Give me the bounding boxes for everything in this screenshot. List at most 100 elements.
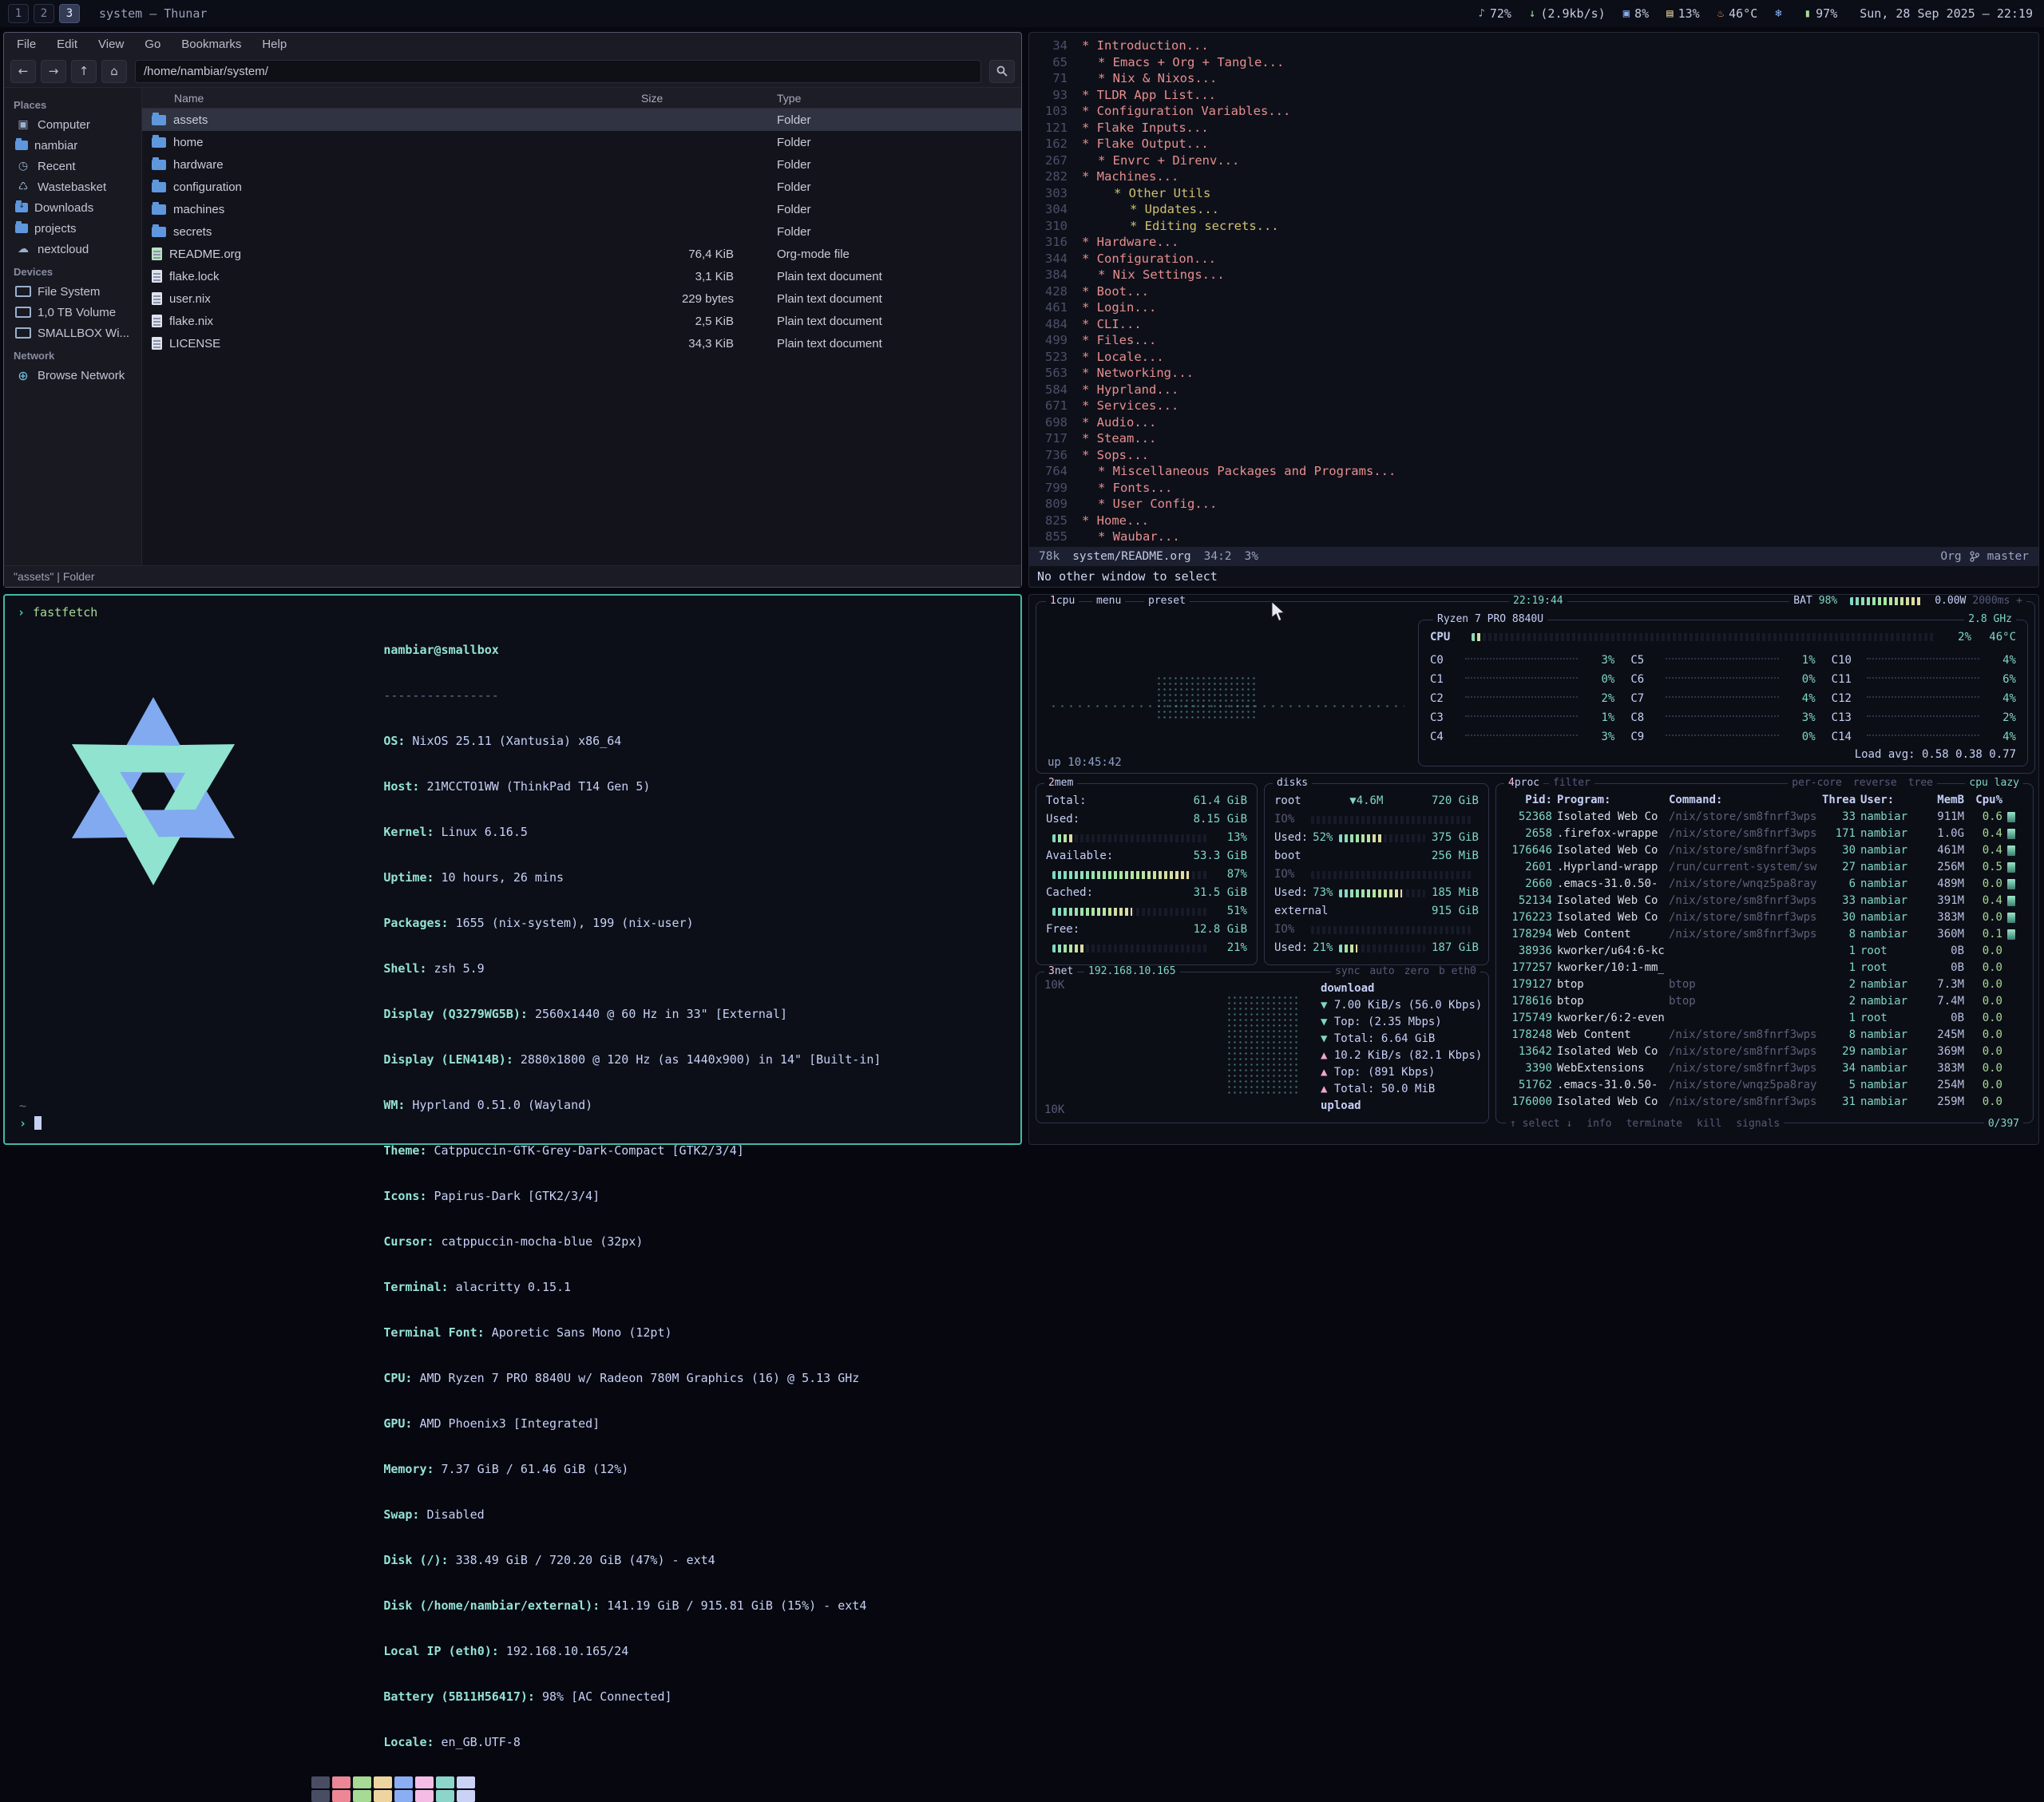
column-header-size[interactable]: Size (638, 92, 758, 105)
sidebar-item[interactable]: File System (4, 281, 141, 302)
sort-selector[interactable]: cpu lazy (1965, 777, 2023, 789)
org-heading-line[interactable]: 523 * Locale... (1029, 349, 2038, 366)
table-row[interactable]: README.org 76,4 KiB Org-mode file (142, 243, 1021, 265)
table-row[interactable]: hardware Folder (142, 153, 1021, 176)
org-heading-line[interactable]: 584 * Hyprland... (1029, 382, 2038, 398)
sidebar-item[interactable]: Recent (4, 156, 141, 176)
net-toggle-interface[interactable]: b eth0 (1439, 965, 1476, 977)
kill-key[interactable]: kill (1697, 1118, 1721, 1130)
filter-button[interactable]: filter (1549, 777, 1594, 789)
sidebar-item[interactable]: projects (4, 218, 141, 239)
tree-toggle[interactable]: tree (1908, 777, 1933, 789)
workspace-button[interactable]: 1 (8, 4, 29, 23)
table-row[interactable]: configuration Folder (142, 176, 1021, 198)
process-row[interactable]: 178616 btop btop 2 nambiar 7.4M 0.0 (1506, 993, 2023, 1010)
org-heading-line[interactable]: 162 * Flake Output... (1029, 136, 2038, 152)
org-heading-line[interactable]: 304 * Updates... (1029, 201, 2038, 218)
git-branch[interactable]: master (1987, 550, 2029, 563)
proc-col-user[interactable]: User: (1860, 792, 1918, 809)
process-row[interactable]: 177257 kworker/10:1-mm_ 1 root 0B 0.0 (1506, 960, 2023, 976)
org-heading-line[interactable]: 344 * Configuration... (1029, 251, 2038, 267)
table-row[interactable]: home Folder (142, 131, 1021, 153)
process-row[interactable]: 13642 Isolated Web Co /nix/store/sm8fnrf… (1506, 1044, 2023, 1060)
process-row[interactable]: 178248 Web Content /nix/store/sm8fnrf3wp… (1506, 1027, 2023, 1044)
major-mode[interactable]: Org (1940, 550, 1961, 563)
sidebar-item[interactable]: Browse Network (4, 365, 141, 386)
sidebar-item[interactable]: Computer (4, 114, 141, 135)
process-row[interactable]: 175749 kworker/6:2-even 1 root 0B 0.0 (1506, 1010, 2023, 1027)
menu-item[interactable]: Bookmarks (181, 38, 241, 51)
process-row[interactable]: 2601 .Hyprland-wrapp /run/current-system… (1506, 859, 2023, 876)
info-key[interactable]: info (1586, 1118, 1611, 1130)
search-button[interactable] (989, 60, 1015, 83)
sidebar-item[interactable]: Downloads (4, 197, 141, 218)
sidebar-item[interactable]: SMALLBOX Wi... (4, 323, 141, 343)
org-heading-line[interactable]: 855 * Waubar... (1029, 529, 2038, 545)
workspace-button[interactable]: 3 (59, 4, 80, 23)
org-heading-line[interactable]: 34 * Introduction... (1029, 38, 2038, 54)
org-heading-line[interactable]: 103 * Configuration Variables... (1029, 103, 2038, 120)
signals-key[interactable]: signals (1736, 1118, 1780, 1130)
sidebar-item[interactable]: Wastebasket (4, 176, 141, 197)
proc-col-pid[interactable]: Pid: (1506, 792, 1552, 809)
path-input[interactable]: /home/nambiar/system/ (135, 60, 981, 83)
table-row[interactable]: flake.nix 2,5 KiB Plain text document (142, 310, 1021, 332)
process-row[interactable]: 179127 btop btop 2 nambiar 7.3M 0.0 (1506, 976, 2023, 993)
per-core-toggle[interactable]: per-core (1792, 777, 1842, 789)
table-row[interactable]: flake.lock 3,1 KiB Plain text document (142, 265, 1021, 287)
org-heading-line[interactable]: 499 * Files... (1029, 332, 2038, 349)
process-row[interactable]: 2660 .emacs-31.0.50- /nix/store/wnqz5pa8… (1506, 876, 2023, 893)
menu-item[interactable]: Edit (57, 38, 77, 51)
process-row[interactable]: 176223 Isolated Web Co /nix/store/sm8fnr… (1506, 909, 2023, 926)
forward-button[interactable]: → (41, 60, 66, 83)
proc-col-mem[interactable]: MemB (1923, 792, 1964, 809)
process-row[interactable]: 51762 .emacs-31.0.50- /nix/store/wnqz5pa… (1506, 1077, 2023, 1094)
process-row[interactable]: 52368 Isolated Web Co /nix/store/sm8fnrf… (1506, 809, 2023, 826)
org-heading-line[interactable]: 303 * Other Utils (1029, 185, 2038, 202)
org-heading-line[interactable]: 799 * Fonts... (1029, 480, 2038, 497)
process-row[interactable]: 178294 Web Content /nix/store/sm8fnrf3wp… (1506, 926, 2023, 943)
terminate-key[interactable]: terminate (1626, 1118, 1682, 1130)
org-heading-line[interactable]: 671 * Services... (1029, 398, 2038, 414)
sidebar-item[interactable]: nextcloud (4, 239, 141, 259)
proc-box-title[interactable]: 4proc (1504, 777, 1543, 789)
table-row[interactable]: user.nix 229 bytes Plain text document (142, 287, 1021, 310)
org-heading-line[interactable]: 384 * Nix Settings... (1029, 267, 2038, 283)
net-box-title[interactable]: 3net (1044, 965, 1077, 977)
process-row[interactable]: 176646 Isolated Web Co /nix/store/sm8fnr… (1506, 842, 2023, 859)
org-heading-line[interactable]: 267 * Envrc + Direnv... (1029, 152, 2038, 169)
org-heading-line[interactable]: 736 * Sops... (1029, 447, 2038, 464)
org-heading-line[interactable]: 825 * Home... (1029, 513, 2038, 529)
org-heading-line[interactable]: 316 * Hardware... (1029, 234, 2038, 251)
org-heading-line[interactable]: 93 * TLDR App List... (1029, 87, 2038, 104)
table-row[interactable]: LICENSE 34,3 KiB Plain text document (142, 332, 1021, 354)
org-heading-line[interactable]: 65 * Emacs + Org + Tangle... (1029, 54, 2038, 71)
preset-button[interactable]: preset (1144, 595, 1190, 607)
proc-col-program[interactable]: Program: (1557, 792, 1664, 809)
table-row[interactable]: secrets Folder (142, 220, 1021, 243)
org-heading-line[interactable]: 809 * User Config... (1029, 496, 2038, 513)
table-row[interactable]: assets Folder (142, 109, 1021, 131)
reverse-toggle[interactable]: reverse (1853, 777, 1897, 789)
process-row[interactable]: 3390 WebExtensions /nix/store/sm8fnrf3wp… (1506, 1060, 2023, 1077)
table-row[interactable]: machines Folder (142, 198, 1021, 220)
shell-prompt[interactable]: ~ › (19, 1097, 42, 1132)
proc-col-cpu[interactable]: Cpu% (1969, 792, 2002, 809)
sidebar-item[interactable]: nambiar (4, 135, 141, 156)
menu-item[interactable]: Help (262, 38, 287, 51)
proc-col-command[interactable]: Command: (1669, 792, 1817, 809)
process-row[interactable]: 2658 .firefox-wrappe /nix/store/sm8fnrf3… (1506, 826, 2023, 842)
org-heading-line[interactable]: 121 * Flake Inputs... (1029, 120, 2038, 137)
select-key[interactable]: ↑ select ↓ (1510, 1118, 1572, 1130)
net-toggle-zero[interactable]: zero (1404, 965, 1429, 977)
net-toggle-auto[interactable]: auto (1369, 965, 1394, 977)
disks-box-title[interactable]: disks (1273, 777, 1312, 789)
home-button[interactable]: ⌂ (101, 60, 127, 83)
menu-item[interactable]: View (98, 38, 124, 51)
proc-col-threads[interactable]: Threads: (1822, 792, 1856, 809)
process-row[interactable]: 38936 kworker/u64:6-kc 1 root 0B 0.0 (1506, 943, 2023, 960)
cpu-box-title[interactable]: 1cpu (1046, 595, 1079, 607)
org-heading-line[interactable]: 698 * Audio... (1029, 414, 2038, 431)
org-heading-line[interactable]: 461 * Login... (1029, 299, 2038, 316)
up-button[interactable]: ↑ (71, 60, 97, 83)
